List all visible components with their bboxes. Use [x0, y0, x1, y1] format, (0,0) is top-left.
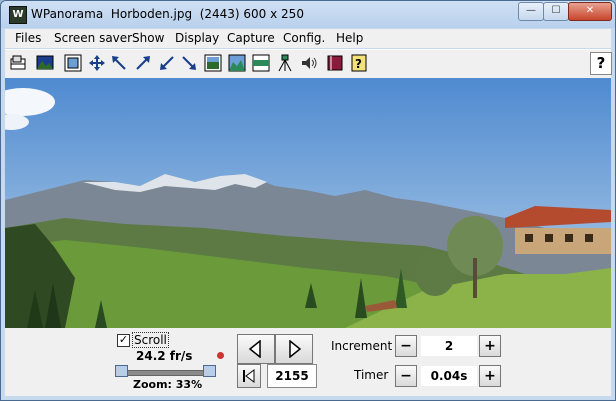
menu-capture[interactable]: Capture: [227, 31, 275, 45]
close-button[interactable]: ✕: [568, 2, 612, 21]
zoom-slider-right-thumb[interactable]: [203, 365, 216, 377]
scroll-label[interactable]: Scroll: [132, 332, 169, 348]
timer-value[interactable]: 0.04s: [421, 366, 477, 386]
record-icon: [217, 352, 224, 359]
timer-minus-button[interactable]: −: [395, 365, 417, 387]
help-button[interactable]: ?: [590, 52, 612, 75]
zoom-slider-track[interactable]: [121, 370, 215, 376]
scroll-left-button[interactable]: [237, 334, 275, 364]
title-bar[interactable]: W WPanorama Horboden.jpg (2443) 600 x 25…: [1, 1, 615, 28]
playback-controls: ✓ Scroll 24.2 fr/s Zoom: 33% 2155 Increm…: [5, 328, 611, 396]
menu-bar: Files Screen saver Show Display Capture …: [5, 29, 611, 48]
move-icon[interactable]: [87, 53, 107, 73]
frame-rate: 24.2 fr/s: [136, 349, 193, 363]
frame-number: 2155: [267, 364, 317, 388]
timer-plus-button[interactable]: +: [479, 365, 501, 387]
scroll-checkbox[interactable]: ✓: [117, 334, 130, 347]
increment-plus-button[interactable]: +: [479, 335, 501, 357]
full-height-icon[interactable]: [203, 53, 223, 73]
svg-text:?: ?: [355, 57, 362, 71]
increment-minus-button[interactable]: −: [395, 335, 417, 357]
help-doc-icon[interactable]: ?: [349, 53, 369, 73]
menu-files[interactable]: Files: [15, 31, 41, 45]
go-to-start-button[interactable]: [237, 364, 261, 388]
triangle-left-icon: [248, 340, 261, 358]
open-icon[interactable]: [9, 53, 29, 73]
sound-icon[interactable]: [299, 53, 319, 73]
skip-start-icon: [243, 369, 255, 383]
increment-label: Increment: [331, 339, 393, 353]
zoom-level: Zoom: 33%: [133, 378, 203, 391]
menu-display[interactable]: Display: [175, 31, 219, 45]
landscape-icon[interactable]: [227, 53, 247, 73]
minimize-button[interactable]: —: [518, 2, 544, 21]
app-icon: W: [9, 6, 27, 24]
timer-label: Timer: [354, 368, 389, 382]
arrow-downleft-icon[interactable]: [157, 53, 177, 73]
arrow-upright-icon[interactable]: [133, 53, 153, 73]
book-icon[interactable]: [325, 53, 345, 73]
triangle-right-icon: [289, 340, 302, 358]
panorama-image[interactable]: [5, 78, 611, 328]
fit-icon[interactable]: [63, 53, 83, 73]
zoom-slider-left-thumb[interactable]: [115, 365, 128, 377]
increment-value[interactable]: 2: [421, 336, 477, 356]
menu-show[interactable]: Show: [132, 31, 164, 45]
width-icon[interactable]: [251, 53, 271, 73]
menu-screen-saver[interactable]: Screen saver: [54, 31, 132, 45]
app-window: W WPanorama Horboden.jpg (2443) 600 x 25…: [0, 0, 616, 401]
window-title: WPanorama Horboden.jpg (2443) 600 x 250: [31, 7, 304, 21]
toolbar: ? ?: [5, 49, 612, 79]
arrow-downright-icon[interactable]: [179, 53, 199, 73]
picture-icon[interactable]: [35, 53, 55, 73]
maximize-button[interactable]: ☐: [543, 2, 569, 21]
tripod-icon[interactable]: [275, 53, 295, 73]
arrow-upleft-icon[interactable]: [109, 53, 129, 73]
menu-help[interactable]: Help: [336, 31, 363, 45]
scroll-right-button[interactable]: [275, 334, 313, 364]
menu-config[interactable]: Config.: [283, 31, 325, 45]
